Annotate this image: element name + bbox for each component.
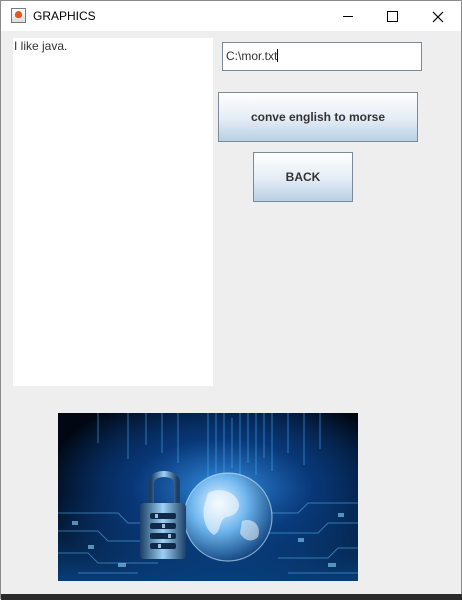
security-padlock-globe-image	[58, 413, 358, 581]
minimize-icon[interactable]	[325, 1, 371, 31]
app-window: GRAPHICS I like java. C:\mor.txt conve e…	[0, 0, 462, 600]
java-app-icon	[11, 8, 26, 23]
file-path-input[interactable]: C:\mor.txt	[222, 42, 422, 71]
text-caret	[277, 49, 279, 62]
text-area-content: I like java.	[14, 39, 68, 53]
taskbar-edge	[1, 594, 462, 600]
window-title: GRAPHICS	[33, 9, 96, 23]
convert-to-morse-button[interactable]: conve english to morse	[218, 92, 418, 142]
back-button[interactable]: BACK	[253, 152, 353, 202]
close-icon[interactable]	[415, 1, 461, 31]
english-text-area[interactable]: I like java.	[13, 38, 213, 386]
file-path-value: C:\mor.txt	[226, 49, 278, 63]
maximize-icon[interactable]	[369, 1, 415, 31]
title-bar[interactable]: GRAPHICS	[1, 1, 461, 31]
